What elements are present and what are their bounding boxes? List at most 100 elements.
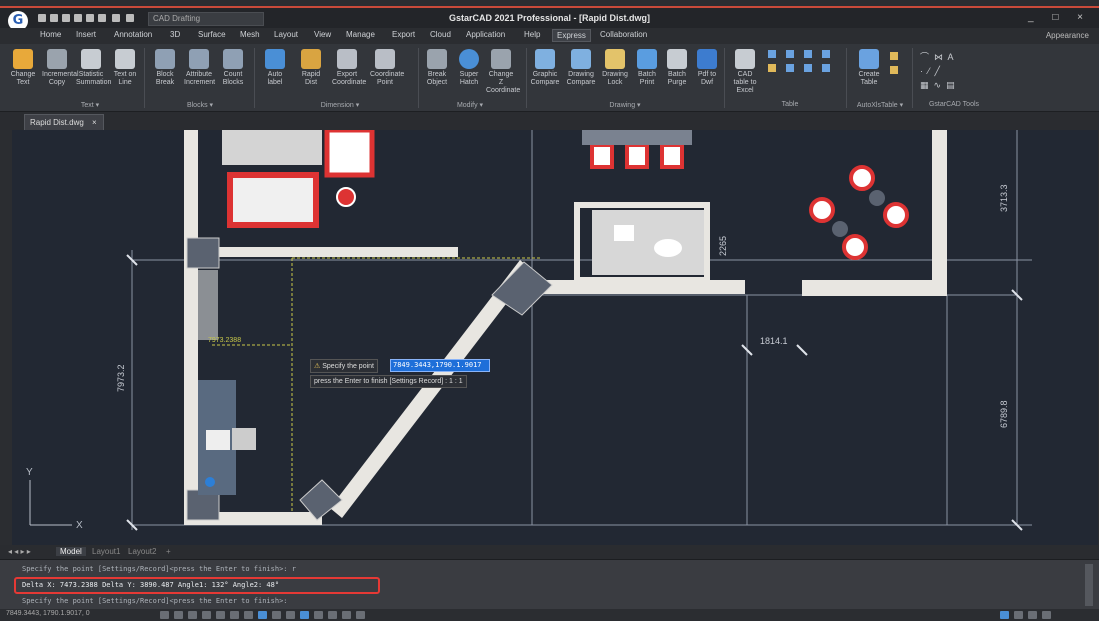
command-line[interactable]: Specify the point [Settings/Record]<pres… (0, 559, 1099, 609)
super-hatch-button[interactable]: Super Hatch (454, 47, 484, 97)
appearance-menu[interactable]: Appearance (1046, 31, 1089, 40)
group-text[interactable]: Text ▾ (40, 101, 140, 111)
export-coordinate-button[interactable]: Export Coordinate (332, 47, 366, 97)
tab-cloud[interactable]: Cloud (430, 30, 451, 39)
transparency-icon[interactable] (286, 611, 295, 619)
cad-table-excel-icon (735, 49, 755, 69)
dimension-tick (796, 344, 808, 356)
table-icon[interactable] (786, 64, 794, 72)
table-icon[interactable] (768, 50, 776, 58)
align-tool-icon[interactable]: ⋈ (934, 52, 943, 62)
tab-layout2[interactable]: Layout2 (128, 547, 156, 556)
coordinate-point-button[interactable]: Coordinate Point (370, 47, 404, 97)
group-gstarcad-tools: GstarCAD Tools (928, 101, 980, 108)
diagonal-tool-icon[interactable]: ⁄ (928, 66, 930, 76)
tab-mesh[interactable]: Mesh (240, 30, 260, 39)
incremental-copy-button[interactable]: Incremental Copy (42, 47, 79, 97)
otrack-icon[interactable] (230, 611, 239, 619)
tab-home[interactable]: Home (40, 30, 61, 39)
batch-purge-button[interactable]: Batch Purge (662, 47, 692, 97)
change-text-button[interactable]: Change Text (8, 47, 38, 97)
annotation-icon[interactable] (314, 611, 323, 619)
tab-collaboration[interactable]: Collaboration (600, 30, 647, 39)
xls-option-icon[interactable] (890, 52, 898, 60)
tab-export[interactable]: Export (392, 30, 415, 39)
ortho-icon[interactable] (188, 611, 197, 619)
drawing-canvas[interactable]: 7973.2 3713.3 1814.1 6789.8 2265 7973.23… (12, 130, 1098, 545)
close-icon[interactable]: × (92, 118, 97, 127)
ducs-icon[interactable] (244, 611, 253, 619)
tab-view[interactable]: View (314, 30, 331, 39)
tab-help[interactable]: Help (524, 30, 540, 39)
batch-print-icon (637, 49, 657, 69)
change-z-button[interactable]: Change Z Coordinate (486, 47, 520, 97)
tab-layout[interactable]: Layout (274, 30, 298, 39)
tab-insert[interactable]: Insert (76, 30, 96, 39)
group-dimension[interactable]: Dimension ▾ (290, 101, 390, 111)
arc-tool-icon[interactable]: ⌒ (920, 52, 929, 62)
tab-annotation[interactable]: Annotation (114, 30, 152, 39)
selection-cycling-icon[interactable] (300, 611, 309, 619)
document-tab[interactable]: Rapid Dist.dwg × (24, 114, 104, 130)
network-icon[interactable] (1014, 611, 1023, 619)
pdf-to-dwf-button[interactable]: Pdf to Dwf (692, 47, 722, 97)
graphic-compare-button[interactable]: Graphic Compare (530, 47, 560, 97)
table-icon[interactable] (822, 50, 830, 58)
dot-tool-icon[interactable]: · (920, 66, 923, 76)
line-tool-icon[interactable]: ╱ (935, 66, 940, 76)
tab-surface[interactable]: Surface (198, 30, 226, 39)
tab-express[interactable]: Express (552, 29, 591, 42)
create-table-button[interactable]: Create Table (854, 47, 884, 97)
xls-option-icon[interactable] (890, 66, 898, 74)
command-scrollbar[interactable] (1085, 564, 1093, 606)
tab-3d[interactable]: 3D (170, 30, 180, 39)
drawing-compare-button[interactable]: Drawing Compare (566, 47, 596, 97)
tab-model[interactable]: Model (56, 547, 86, 556)
table-icon[interactable] (804, 64, 812, 72)
batch-print-button[interactable]: Batch Print (632, 47, 662, 97)
text-style-icon[interactable]: A (948, 52, 954, 62)
osnap-icon[interactable] (216, 611, 225, 619)
auto-label-button[interactable]: Auto label (260, 47, 290, 97)
rapid-dist-button[interactable]: Rapid Dist (296, 47, 326, 97)
bars-tool-icon[interactable]: ▤ (946, 80, 955, 90)
table-icon[interactable] (786, 50, 794, 58)
wave-tool-icon[interactable]: ∿ (934, 80, 942, 90)
table-icon[interactable] (822, 64, 830, 72)
break-object-button[interactable]: Break Object (422, 47, 452, 97)
dyn-icon[interactable] (258, 611, 267, 619)
group-modify[interactable]: Modify ▾ (420, 101, 520, 111)
nav-arrows-icon[interactable]: ◂ ◂ ▸ ▸ (8, 547, 31, 556)
floor-plan-drawing[interactable]: 7973.2 3713.3 1814.1 6789.8 2265 7973.23… (12, 130, 1098, 545)
cloud-icon[interactable] (1000, 611, 1009, 619)
tab-manage[interactable]: Manage (346, 30, 375, 39)
summation-button[interactable]: Statistic Summation (76, 47, 111, 97)
isolate-icon[interactable] (342, 611, 351, 619)
tab-layout1[interactable]: Layout1 (92, 547, 120, 556)
table-icon[interactable] (768, 64, 776, 72)
add-layout-button[interactable]: + (166, 547, 171, 556)
fullscreen-icon[interactable] (356, 611, 365, 619)
group-autoxlstable[interactable]: AutoXlsTable ▾ (850, 101, 910, 111)
grid-icon[interactable] (174, 611, 183, 619)
user-icon[interactable] (1042, 611, 1051, 619)
polar-icon[interactable] (202, 611, 211, 619)
workspace-icon[interactable] (328, 611, 337, 619)
status-bar: 7849.3443, 1790.1.9017, 0 (0, 609, 1099, 621)
block-break-button[interactable]: Block Break (150, 47, 180, 97)
group-drawing[interactable]: Drawing ▾ (570, 101, 680, 111)
text-on-line-button[interactable]: Text on Line (110, 47, 140, 97)
settings-icon[interactable] (1028, 611, 1037, 619)
lineweight-icon[interactable] (272, 611, 281, 619)
drawing-lock-button[interactable]: Drawing Lock (600, 47, 630, 97)
count-blocks-button[interactable]: Count Blocks (218, 47, 248, 97)
coordinate-input[interactable]: 7849.3443,1790.1.9017 (390, 359, 490, 372)
tab-application[interactable]: Application (466, 30, 505, 39)
grid-tool-icon[interactable]: ▦ (920, 80, 929, 90)
attribute-increment-button[interactable]: Attribute Increment (184, 47, 215, 97)
cad-table-excel-button[interactable]: CAD table to Excel (730, 47, 760, 97)
snap-icon[interactable] (160, 611, 169, 619)
table-icon[interactable] (804, 50, 812, 58)
group-blocks[interactable]: Blocks ▾ (150, 101, 250, 111)
window-controls[interactable]: _ □ × (1028, 12, 1091, 23)
